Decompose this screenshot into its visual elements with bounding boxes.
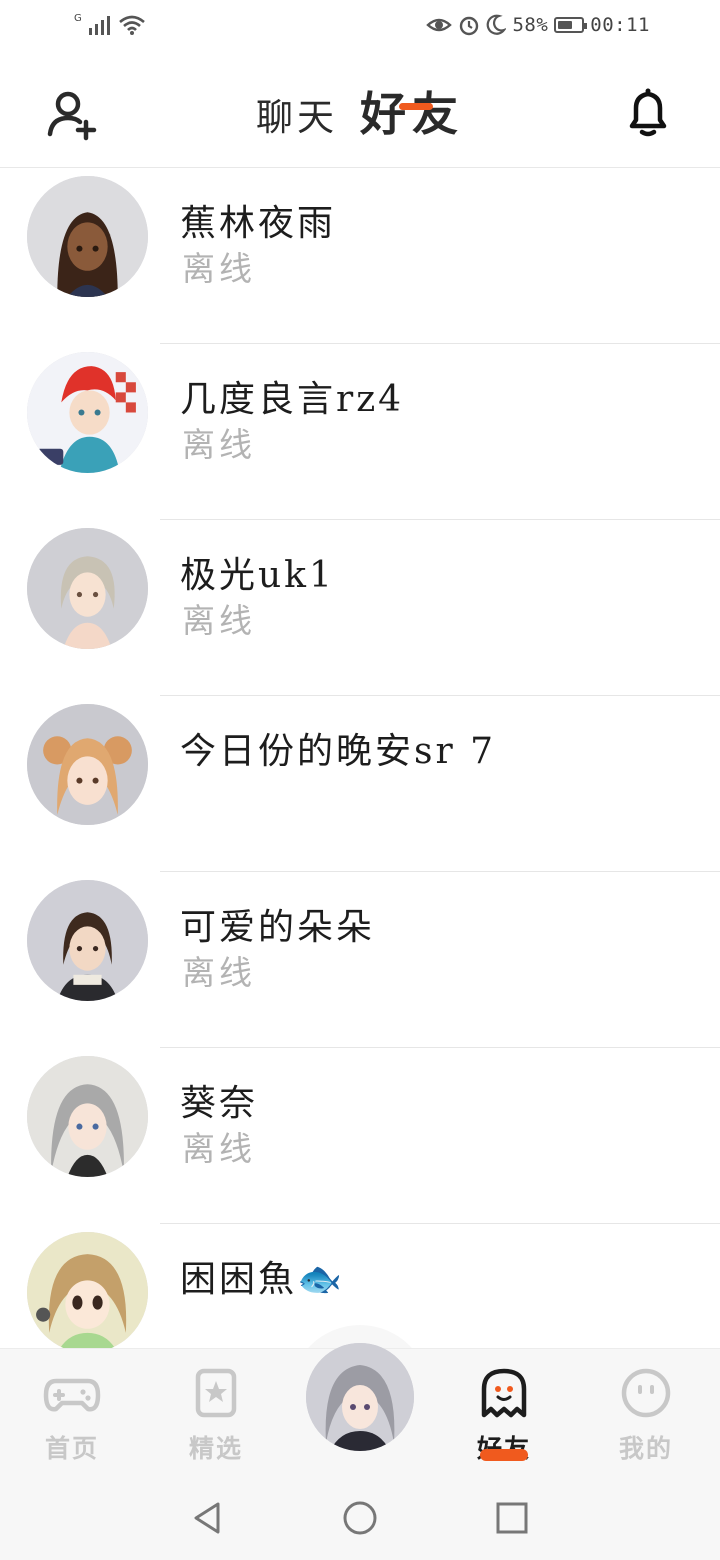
gamepad-icon: [43, 1378, 101, 1412]
friend-name: 可爱的朵朵: [180, 907, 376, 948]
nav-me[interactable]: 我的: [586, 1367, 706, 1465]
avatar[interactable]: [27, 352, 148, 473]
active-nav-indicator: [480, 1449, 528, 1461]
friend-name: 几度良言rz4: [180, 379, 405, 420]
avatar[interactable]: [27, 880, 148, 1001]
status-right: 58% 00:11: [426, 14, 650, 36]
top-header: 聊天 好友: [0, 56, 720, 168]
friend-status: 离线: [182, 1129, 256, 1168]
friend-name: 极光uk1: [180, 555, 335, 596]
bell-icon[interactable]: [620, 84, 676, 140]
status-left: G: [74, 12, 146, 36]
star-bookmark-icon: [195, 1368, 237, 1418]
friend-row[interactable]: 今日份的晚安sr 7: [0, 696, 720, 872]
status-bar: G 58% 00:11: [0, 0, 720, 56]
friend-row[interactable]: 极光uk1 离线: [0, 520, 720, 696]
nav-me-label: 我的: [618, 1434, 673, 1463]
avatar[interactable]: [27, 1232, 148, 1348]
eye-comfort-icon: [426, 18, 453, 32]
friend-row[interactable]: 蕉林夜雨 离线: [0, 168, 720, 344]
friend-status: 离线: [182, 249, 256, 288]
avatar[interactable]: [27, 176, 148, 297]
friend-name: 困困魚🐟: [180, 1259, 345, 1300]
clock: 00:11: [590, 14, 650, 36]
nav-home[interactable]: 首页: [12, 1367, 132, 1465]
tab-chat[interactable]: 聊天: [256, 81, 338, 141]
friend-name: 葵奈: [180, 1083, 259, 1124]
avatar[interactable]: [27, 528, 148, 649]
network-type: G: [74, 12, 82, 24]
ghost-icon: [481, 1368, 527, 1418]
avatar[interactable]: [27, 1056, 148, 1177]
nav-home-label: 首页: [44, 1434, 99, 1463]
active-tab-indicator: [399, 103, 433, 110]
battery-icon: [554, 17, 588, 33]
wifi-icon: [118, 15, 145, 35]
smiley-icon: [621, 1368, 671, 1418]
center-avatar-button[interactable]: [306, 1343, 414, 1451]
nav-featured-label: 精选: [188, 1434, 243, 1463]
header-tabs: 聊天 好友: [0, 78, 720, 144]
friend-name: 蕉林夜雨: [180, 203, 337, 244]
home-icon[interactable]: [340, 1498, 380, 1538]
friend-status: 离线: [182, 425, 256, 464]
tab-friends[interactable]: 好友: [360, 78, 464, 144]
friend-row[interactable]: 葵奈 离线: [0, 1048, 720, 1224]
nav-featured[interactable]: 精选: [156, 1367, 276, 1465]
signal-icon: [88, 16, 110, 35]
back-icon[interactable]: [188, 1498, 228, 1538]
friend-list: 蕉林夜雨 离线 几度良言rz4 离线 极光uk1 离线 今日份的晚安sr 7 可…: [0, 168, 720, 1348]
avatar[interactable]: [27, 704, 148, 825]
battery-percent: 58%: [512, 14, 549, 36]
friend-row[interactable]: 几度良言rz4 离线: [0, 344, 720, 520]
friend-status: 离线: [182, 601, 256, 640]
alarm-icon: [460, 16, 479, 36]
system-nav-bar: [0, 1476, 720, 1560]
friend-row[interactable]: 可爱的朵朵 离线: [0, 872, 720, 1048]
moon-icon: [487, 14, 507, 35]
friend-name: 今日份的晚安sr 7: [180, 731, 497, 772]
friend-status: 离线: [182, 953, 256, 992]
recents-icon[interactable]: [492, 1498, 532, 1538]
